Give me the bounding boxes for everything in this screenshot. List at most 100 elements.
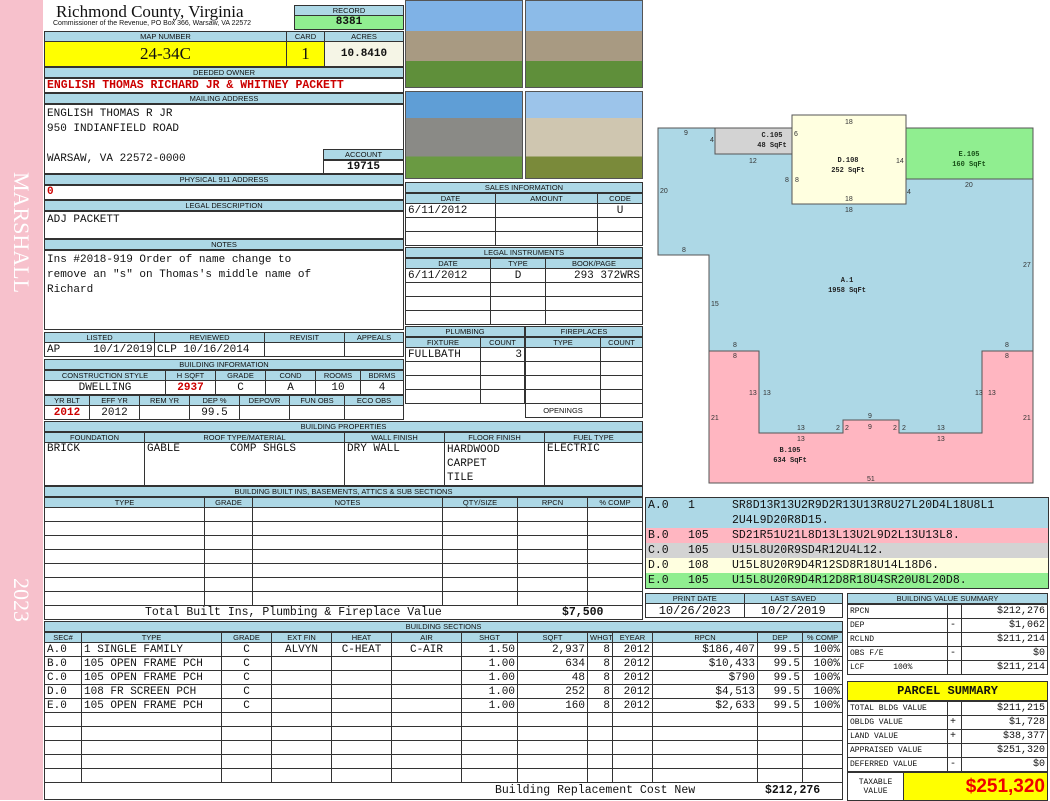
svg-text:8: 8 — [733, 342, 737, 349]
house-photo[interactable] — [525, 0, 643, 88]
cell: DEP — [847, 618, 948, 633]
legal-notes: LEGAL DESCRIPTION ADJ PACKETT NOTES Ins … — [44, 200, 404, 330]
svg-text:13: 13 — [797, 425, 805, 432]
cell — [81, 712, 222, 727]
house-photo[interactable] — [405, 91, 523, 179]
column-header: DEP % — [189, 395, 240, 406]
cell — [344, 405, 404, 420]
cell — [461, 768, 518, 783]
account-box: ACCOUNT 19715 — [323, 149, 404, 174]
column-header: QTY/SIZE — [442, 497, 518, 508]
owner-section: DEEDED OWNER ENGLISH THOMAS RICHARD JR &… — [44, 67, 404, 200]
cell — [221, 740, 272, 755]
cell — [221, 712, 272, 727]
building-sketch[interactable]: A.11958 SqFt B.105634 SqFt C.10548 SqFt … — [645, 0, 1050, 496]
cell — [271, 698, 332, 713]
cell — [405, 310, 491, 325]
cell — [545, 310, 643, 325]
building-info: BUILDING INFORMATION CONSTRUCTION STYLE H… — [44, 359, 404, 420]
column-header: TYPE — [490, 258, 546, 269]
cell — [495, 217, 598, 232]
builtins-row — [44, 549, 643, 564]
cell — [947, 701, 962, 716]
last-saved-label: LAST SAVED — [743, 593, 843, 604]
code-path: SD21R51U21L8D13L13U2L9D2L13U13L8. — [732, 529, 960, 542]
svg-text:9: 9 — [868, 424, 872, 431]
cell: + — [947, 715, 962, 730]
cell — [331, 740, 392, 755]
cell — [517, 754, 588, 769]
shed-photo[interactable] — [525, 91, 643, 179]
sections-total: $212,276 — [765, 784, 821, 797]
column-header: TYPE — [81, 632, 222, 643]
notes-body: Ins #2018-919 Order of name change to rem… — [44, 250, 404, 330]
cell — [612, 754, 653, 769]
cell — [221, 768, 272, 783]
svg-text:4: 4 — [907, 189, 911, 196]
area-d-id: D.108 — [837, 157, 858, 165]
foundation-value: BRICK — [44, 442, 145, 486]
cell: ALVYN — [271, 642, 332, 657]
plumbing-label: PLUMBING — [405, 326, 525, 337]
sales-row — [405, 217, 643, 232]
wall-value: DRY WALL — [344, 442, 445, 486]
value-summary-row: DEP - $1,062 — [847, 618, 1048, 633]
cell — [391, 712, 462, 727]
cell — [252, 563, 443, 578]
cell — [517, 591, 588, 606]
cell — [252, 535, 443, 550]
reviewed-value: CLP 10/16/2014 — [154, 342, 265, 357]
cell: C — [221, 684, 272, 699]
plumbing-section: PLUMBING FIXTURE COUNT FULLBATH 3 — [405, 326, 525, 404]
instruments-header: DATE TYPE BOOK/PAGE — [405, 258, 643, 269]
section-row: D.0 108 FR SCREEN PCH C 1.00 252 8 2012 $4,513 9… — [44, 684, 843, 699]
taxable-value: $251,320 — [903, 772, 1048, 801]
fp-type-label: TYPE — [525, 337, 601, 348]
building-info-label: BUILDING INFORMATION — [44, 359, 404, 370]
cell — [652, 712, 758, 727]
physical-label: PHYSICAL 911 ADDRESS — [44, 174, 404, 185]
cell — [587, 549, 643, 564]
cell — [947, 604, 962, 619]
plumbing-row — [405, 389, 525, 404]
sketch-codes: A.0 1 SR8D13R13U2R9D2R13U13R8U27L20D4L18U8… — [645, 497, 1049, 589]
sketch-code-row: E.0 105 U15L8U20R9D4R12D8R18U4SR20U8L20D8. — [645, 573, 1049, 588]
cell: 100% — [802, 670, 843, 685]
cell — [587, 535, 643, 550]
owner-name: ENGLISH THOMAS RICHARD JR & WHITNEY PACK… — [44, 78, 404, 93]
roof-type: GABLE — [147, 443, 181, 456]
cell: 634 — [517, 656, 588, 671]
cell: 100% — [802, 698, 843, 713]
house-photo[interactable] — [405, 0, 523, 88]
cell: C.0 — [44, 670, 82, 685]
cell — [271, 684, 332, 699]
svg-text:14: 14 — [896, 158, 904, 165]
cell: 108 FR SCREEN PCH — [81, 684, 222, 699]
cell: $790 — [652, 670, 758, 685]
cell: C — [221, 656, 272, 671]
acres-value: 10.8410 — [324, 41, 404, 67]
code-number: 108 — [688, 559, 709, 572]
svg-text:15: 15 — [711, 301, 719, 308]
cell — [490, 282, 546, 297]
cell — [81, 726, 222, 741]
parcel-summary: PARCEL SUMMARY TOTAL BLDG VALUE $211,215 O… — [847, 681, 1048, 801]
parcel-row: APPRAISED VALUE $251,320 — [847, 743, 1048, 758]
code-path: U15L8U20R9D4R12D8R18U4SR20U8L20D8. — [732, 574, 967, 587]
cell — [391, 698, 462, 713]
svg-text:4: 4 — [710, 137, 714, 144]
cell — [271, 656, 332, 671]
svg-text:9: 9 — [868, 413, 872, 420]
cell: $186,407 — [652, 642, 758, 657]
column-header: DEP — [757, 632, 803, 643]
cell — [517, 535, 588, 550]
cell — [480, 375, 525, 390]
cell: $2,633 — [652, 698, 758, 713]
cell: $251,320 — [961, 743, 1048, 758]
cell: DWELLING — [44, 380, 166, 395]
sections-label: BUILDING SECTIONS — [44, 621, 843, 632]
cell: 1 SINGLE FAMILY — [81, 642, 222, 657]
listed-value: AP 10/1/2019 — [44, 342, 155, 357]
building-info-header: CONSTRUCTION STYLE H SQFT GRADE COND ROOMS BD… — [44, 370, 404, 381]
svg-text:12: 12 — [749, 158, 757, 165]
